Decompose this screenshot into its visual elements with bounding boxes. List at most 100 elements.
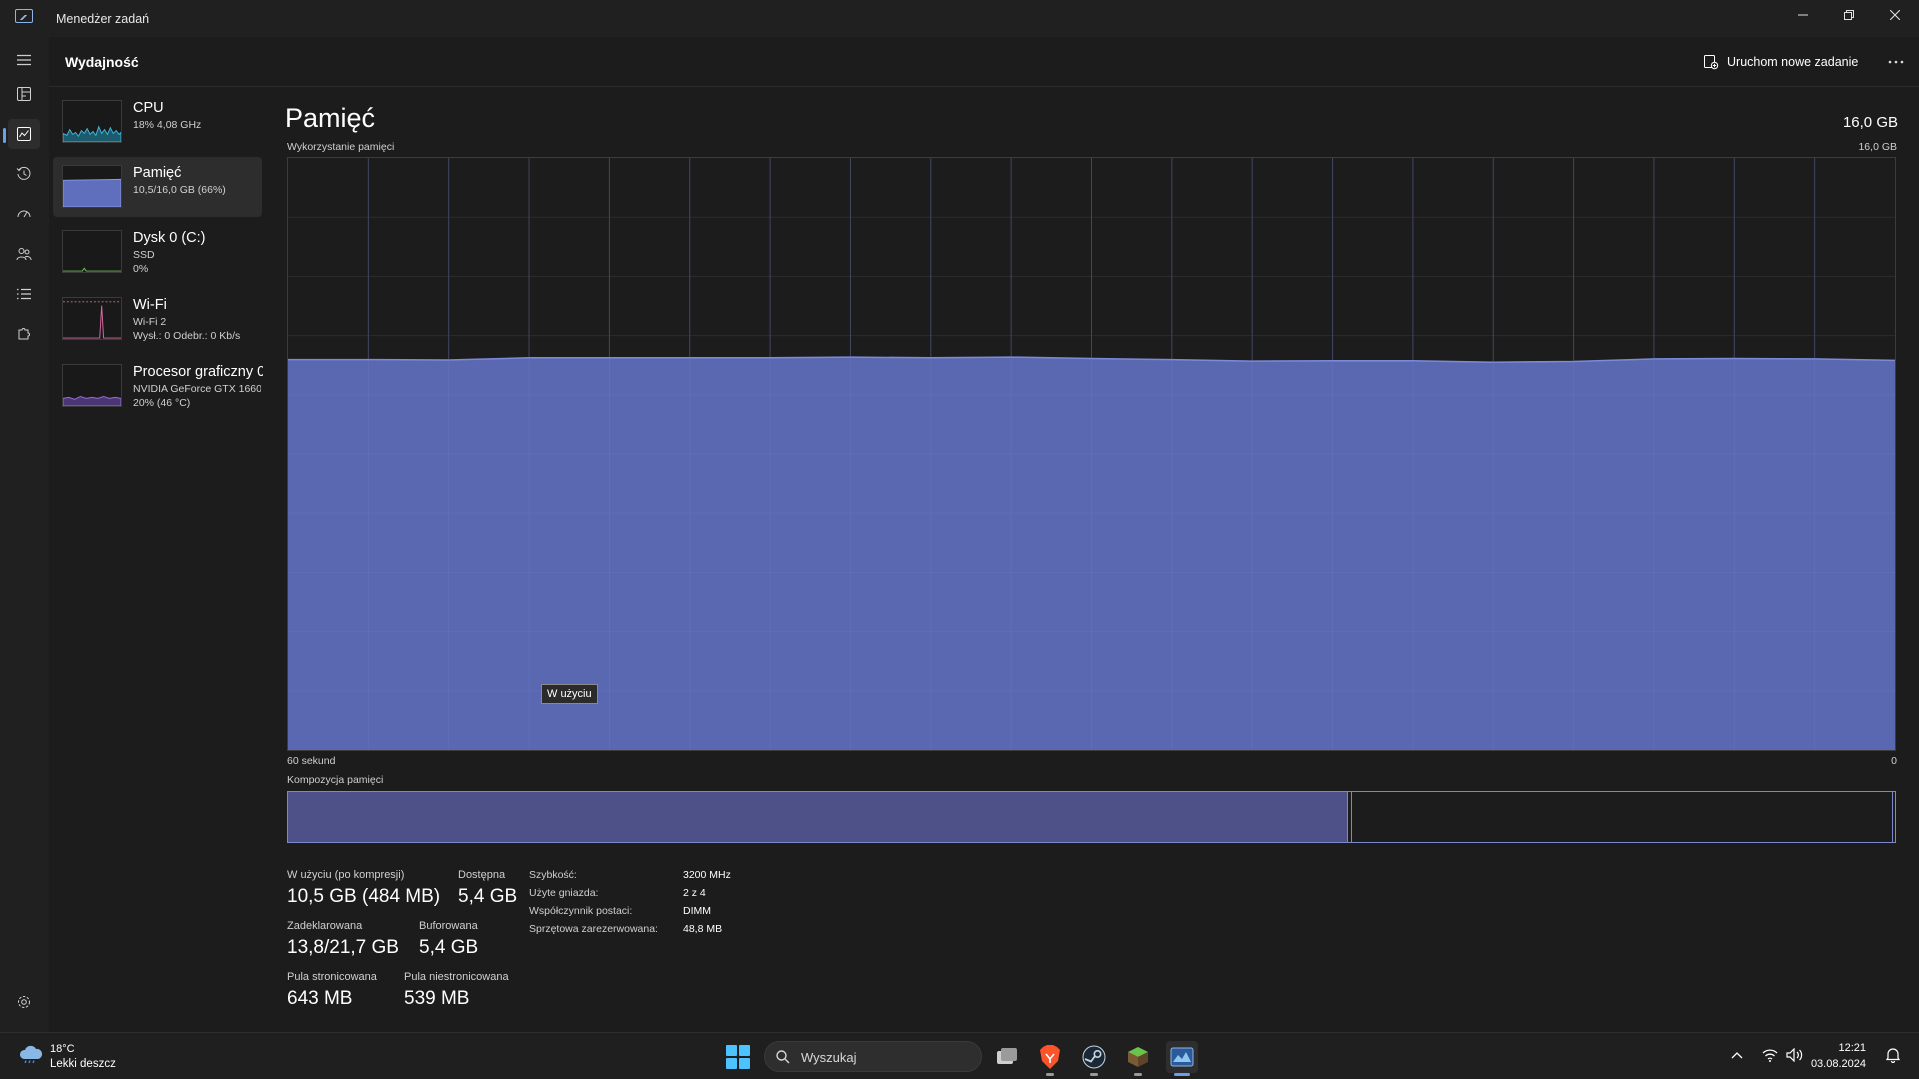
hamburger-icon (17, 54, 31, 66)
stat-value: 5,4 GB (419, 937, 479, 958)
memory-total: 16,0 GB (1842, 114, 1898, 131)
steam-icon (1082, 1045, 1106, 1069)
notifications-button[interactable] (1883, 1045, 1903, 1065)
windows-logo-tile (739, 1058, 750, 1069)
stat-committed: Zadeklarowana 13,8/21,7 GB (287, 920, 399, 959)
taskbar-search[interactable]: Wyszukaj (764, 1041, 982, 1072)
x-axis-end-label: 0 (1891, 755, 1897, 767)
more-options-button[interactable] (1881, 49, 1911, 75)
window-title: Menedżer zadań (56, 12, 150, 26)
stat-label: Buforowana (419, 920, 478, 932)
nav-processes[interactable] (8, 79, 40, 109)
resource-detail: Wi-Fi 2 (133, 316, 167, 328)
taskbar-task-manager[interactable] (1166, 1041, 1198, 1076)
nav-users[interactable] (8, 239, 40, 269)
composition-standby-segment (1352, 792, 1894, 842)
notification-bell-icon (1885, 1048, 1901, 1063)
resource-item-cpu[interactable]: CPU 18% 4,08 GHz (53, 92, 262, 152)
clock-time[interactable]: 12:21 (1838, 1042, 1866, 1054)
run-new-task-button[interactable]: Uruchom nowe zadanie (1703, 49, 1858, 75)
nav-app-history[interactable] (8, 159, 40, 189)
show-hidden-icons-button[interactable] (1727, 1045, 1747, 1065)
processes-icon (17, 87, 31, 101)
running-indicator (1046, 1073, 1054, 1076)
resource-list: CPU 18% 4,08 GHz Pamięć 10,5/16,0 GB (66… (49, 87, 264, 416)
volume-control[interactable] (1785, 1045, 1805, 1065)
running-indicator (1134, 1073, 1142, 1076)
resource-detail: 0% (133, 263, 149, 275)
users-icon (16, 248, 32, 261)
running-indicator (1090, 1073, 1098, 1076)
stat-available: Dostępna 5,4 GB (458, 869, 517, 908)
cpu-mini-graph (62, 100, 122, 143)
nav-services[interactable] (8, 319, 40, 349)
spec-label: Sprzętowa zarezerwowana: (529, 923, 658, 935)
run-new-task-label: Uruchom nowe zadanie (1727, 55, 1859, 69)
search-icon (776, 1050, 790, 1064)
weather-description[interactable]: Lekki deszcz (50, 1058, 116, 1070)
resource-detail: Wysł.: 0 Odebr.: 0 Kb/s (133, 330, 241, 342)
memory-usage-svg (288, 158, 1895, 750)
run-task-icon (1704, 55, 1719, 70)
performance-icon (17, 127, 31, 141)
resource-detail: 20% (46 °C) (133, 397, 191, 409)
resource-detail: 10,5/16,0 GB (66%) (133, 184, 226, 196)
memory-title: Pamięć (285, 103, 376, 133)
hamburger-menu-button[interactable] (8, 45, 40, 75)
taskbar-steam[interactable] (1078, 1041, 1110, 1076)
resource-item-wifi[interactable]: Wi-Fi Wi-Fi 2 Wysł.: 0 Odebr.: 0 Kb/s (53, 289, 262, 349)
resource-name: CPU (133, 100, 164, 116)
memory-mini-graph (62, 165, 122, 208)
stat-value: 539 MB (404, 988, 470, 1009)
stat-cached: Buforowana 5,4 GB (419, 920, 478, 959)
stat-label: W użyciu (po kompresji) (287, 869, 405, 881)
usage-chart-label: Wykorzystanie pamięci (287, 141, 395, 153)
active-app-indicator (1174, 1073, 1190, 1076)
brave-lion-icon (1040, 1045, 1060, 1069)
disk-mini-graph (62, 230, 122, 273)
minecraft-grass-block-icon (1128, 1047, 1148, 1067)
close-icon (1890, 10, 1900, 20)
taskbar-task-view[interactable] (991, 1041, 1023, 1073)
page-header: Wydajność Uruchom nowe zadanie (49, 37, 1919, 87)
title-bar: Menedżer zadań (0, 0, 1919, 37)
start-button[interactable] (726, 1045, 750, 1069)
network-status[interactable] (1760, 1045, 1780, 1065)
resource-item-memory[interactable]: Pamięć 10,5/16,0 GB (66%) (53, 157, 262, 217)
wifi-icon (1762, 1049, 1778, 1062)
chevron-up-icon (1731, 1052, 1743, 1059)
x-axis-start-label: 60 sekund (287, 755, 336, 767)
task-manager-app-icon (15, 9, 33, 23)
resource-item-gpu[interactable]: Procesor graficzny 0 NVIDIA GeForce GTX … (53, 356, 263, 416)
nav-settings[interactable] (8, 987, 40, 1017)
stat-nonpaged-pool: Pula niestronicowana 539 MB (404, 971, 509, 1010)
gpu-mini-graph (62, 364, 122, 407)
close-button[interactable] (1873, 0, 1917, 30)
navigation-rail (0, 37, 49, 1032)
usage-chart-max: 16,0 GB (1858, 141, 1897, 153)
stat-paged-pool: Pula stronicowana 643 MB (287, 971, 377, 1010)
minimize-icon (1798, 14, 1808, 16)
taskbar-brave-browser[interactable] (1034, 1041, 1066, 1076)
restore-button[interactable] (1827, 0, 1871, 30)
weather-temperature[interactable]: 18°C (50, 1043, 75, 1055)
taskbar-minecraft[interactable] (1122, 1041, 1154, 1076)
resource-item-disk[interactable]: Dysk 0 (C:) SSD 0% (53, 222, 262, 282)
minimize-button[interactable] (1781, 0, 1825, 30)
page-title: Wydajność (65, 54, 139, 70)
spec-value: DIMM (683, 905, 711, 917)
clock-date[interactable]: 03.08.2024 (1811, 1058, 1866, 1070)
speaker-icon (1786, 1048, 1803, 1062)
stat-value: 10,5 GB (484 MB) (287, 886, 441, 907)
composition-label: Kompozycja pamięci (287, 774, 384, 786)
nav-startup-apps[interactable] (8, 199, 40, 229)
startup-speedometer-icon (17, 210, 31, 218)
nav-details[interactable] (8, 279, 40, 309)
resource-name: Procesor graficzny 0 (133, 364, 263, 380)
chart-tooltip: W użyciu (541, 684, 598, 704)
ellipsis-icon (1888, 60, 1904, 64)
stat-label: Dostępna (458, 869, 506, 881)
weather-rain-icon[interactable] (18, 1045, 44, 1063)
nav-performance[interactable] (3, 119, 40, 149)
resource-name: Wi-Fi (133, 297, 167, 313)
